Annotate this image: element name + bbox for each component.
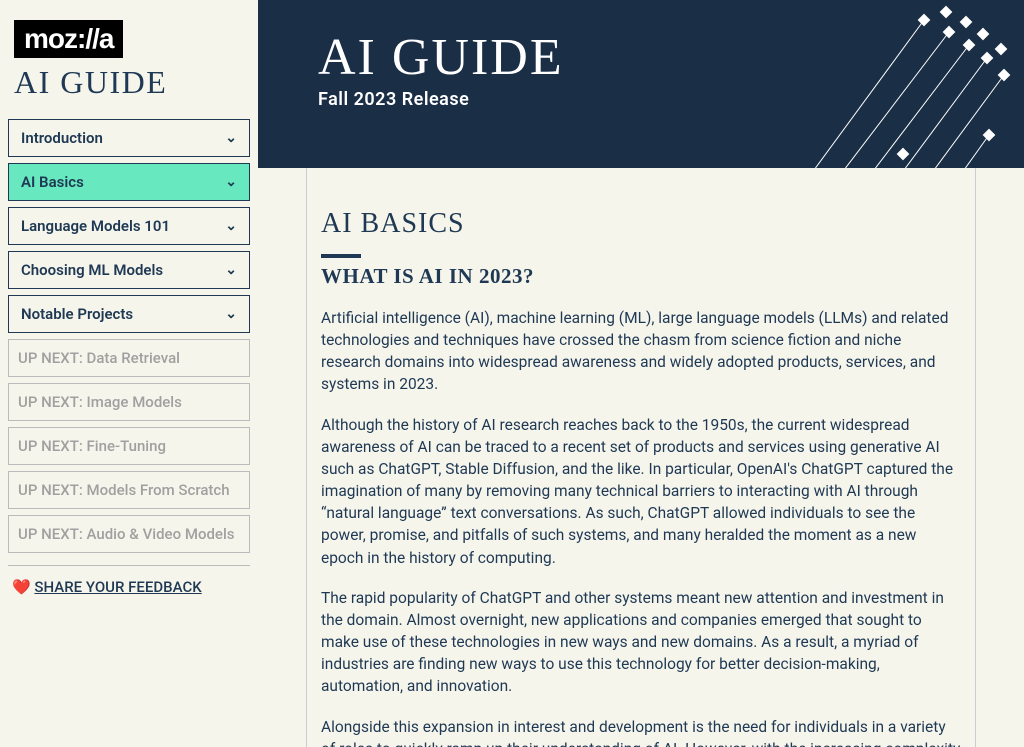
- chevron-down-icon: ⌄: [225, 174, 237, 190]
- paragraph: Artificial intelligence (AI), machine le…: [321, 307, 961, 396]
- nav-label: AI Basics: [21, 173, 84, 191]
- main: AI GUIDE Fall 2023 Release AI BASICS WHA…: [258, 0, 1024, 747]
- nav-upcoming-models-scratch: UP NEXT: Models From Scratch: [8, 471, 250, 509]
- divider: [8, 565, 250, 566]
- article-subheading: WHAT IS AI IN 2023?: [321, 264, 961, 289]
- nav-label: Notable Projects: [21, 305, 133, 323]
- nav-label: Language Models 101: [21, 217, 170, 235]
- heart-icon: ❤️: [12, 578, 31, 596]
- nav-choosing-ml[interactable]: Choosing ML Models ⌄: [8, 251, 250, 289]
- hero-title: AI GUIDE: [318, 28, 984, 87]
- nav-label: Choosing ML Models: [21, 261, 163, 279]
- nav-label: Introduction: [21, 129, 103, 147]
- feedback-link[interactable]: ❤️ SHARE YOUR FEEDBACK: [8, 578, 250, 596]
- nav-notable-projects[interactable]: Notable Projects ⌄: [8, 295, 250, 333]
- nav-introduction[interactable]: Introduction ⌄: [8, 119, 250, 157]
- sidebar-nav: Introduction ⌄ AI Basics ⌄ Language Mode…: [8, 119, 250, 553]
- nav-ai-basics[interactable]: AI Basics ⌄: [8, 163, 250, 201]
- mozilla-logo[interactable]: moz://a: [14, 20, 123, 58]
- nav-upcoming-data-retrieval: UP NEXT: Data Retrieval: [8, 339, 250, 377]
- sidebar: moz://a AI GUIDE Introduction ⌄ AI Basic…: [0, 0, 258, 747]
- sidebar-title[interactable]: AI GUIDE: [14, 64, 250, 101]
- article: AI BASICS WHAT IS AI IN 2023? Artificial…: [306, 168, 976, 747]
- chevron-down-icon: ⌄: [225, 130, 237, 146]
- paragraph: Although the history of AI research reac…: [321, 414, 961, 569]
- chevron-down-icon: ⌄: [225, 262, 237, 278]
- paragraph: Alongside this expansion in interest and…: [321, 716, 961, 747]
- feedback-text[interactable]: SHARE YOUR FEEDBACK: [34, 578, 201, 596]
- nav-upcoming-fine-tuning: UP NEXT: Fine-Tuning: [8, 427, 250, 465]
- chevron-down-icon: ⌄: [225, 218, 237, 234]
- chevron-down-icon: ⌄: [225, 306, 237, 322]
- nav-upcoming-audio-video: UP NEXT: Audio & Video Models: [8, 515, 250, 553]
- article-heading: AI BASICS: [321, 208, 961, 240]
- nav-language-models[interactable]: Language Models 101 ⌄: [8, 207, 250, 245]
- nav-upcoming-image-models: UP NEXT: Image Models: [8, 383, 250, 421]
- paragraph: The rapid popularity of ChatGPT and othe…: [321, 587, 961, 698]
- hero-release: Fall 2023 Release: [318, 89, 984, 110]
- hero-banner: AI GUIDE Fall 2023 Release: [258, 0, 1024, 168]
- heading-rule: [321, 254, 361, 258]
